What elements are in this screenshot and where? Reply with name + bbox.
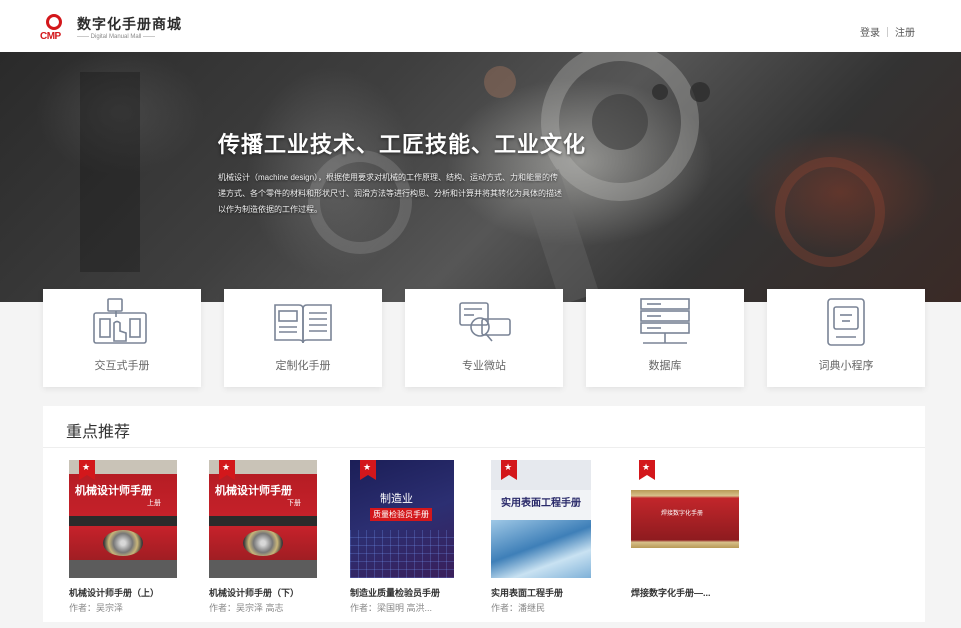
top-header: CMP 数字化手册商城 —— Digital Manual Mall —— 登录… xyxy=(0,0,961,52)
book-cover[interactable]: 实用表面工程手册 xyxy=(491,460,591,578)
book-card[interactable]: 焊接数字化手册 焊接数字化手册—... xyxy=(631,460,751,620)
book-author: 作者：吴宗泽 高志 xyxy=(209,603,284,613)
feature-card-custom-manual[interactable]: 定制化手册 xyxy=(224,289,382,387)
nav-divider xyxy=(887,26,888,37)
hero-banner: 传播工业技术、工匠技能、工业文化 机械设计（machine design），根据… xyxy=(0,52,961,302)
book-card[interactable]: 机械设计师手册 上册 机械设计师手册（上） 作者：吴宗泽 xyxy=(69,460,189,620)
book-card[interactable]: 制造业 质量检验员手册 制造业质量检验员手册 作者：梁国明 高洪... xyxy=(350,460,470,620)
book-author: 作者：潘继民 xyxy=(491,603,546,613)
site-logo[interactable]: CMP 数字化手册商城 —— Digital Manual Mall —— xyxy=(40,12,200,46)
book-cover[interactable]: 制造业 质量检验员手册 xyxy=(350,460,454,578)
feature-card-dictionary[interactable]: 词典小程序 xyxy=(767,289,925,387)
book-name[interactable]: 实用表面工程手册 xyxy=(491,586,621,599)
book-author: 作者：吴宗泽 xyxy=(69,603,124,613)
site-subtitle: —— Digital Manual Mall —— xyxy=(77,34,156,40)
cover-title: 机械设计师手册 xyxy=(215,485,292,497)
gear-emblem-icon xyxy=(243,530,283,556)
dictionary-icon xyxy=(827,298,865,346)
section-title: 重点推荐 xyxy=(66,424,131,441)
recommend-section: 重点推荐 机械设计师手册 上册 机械设计师手册（上） 作者：吴宗泽 机械设计师手… xyxy=(43,406,925,622)
cover-subtitle: 质量检验员手册 xyxy=(370,508,432,521)
hero-title: 传播工业技术、工匠技能、工业文化 xyxy=(218,132,587,157)
feature-cards: 交互式手册 定制化手册 专业微站 数据库 词典小程序 xyxy=(43,289,925,387)
hero-description: 机械设计（machine design），根据使用要求对机械的工作原理、结构、运… xyxy=(218,173,562,214)
database-server-icon xyxy=(640,298,690,344)
book-name[interactable]: 机械设计师手册（上） xyxy=(69,586,199,599)
logo-mark-text: CMP xyxy=(40,31,61,42)
book-name[interactable]: 制造业质量检验员手册 xyxy=(350,586,480,599)
book-card[interactable]: 实用表面工程手册 实用表面工程手册 作者：潘继民 xyxy=(491,460,611,620)
login-link[interactable]: 登录 xyxy=(860,24,880,39)
auth-links: 登录 注册 xyxy=(860,24,915,39)
feature-label: 专业微站 xyxy=(462,360,506,372)
section-divider xyxy=(43,447,925,448)
feature-label: 数据库 xyxy=(648,360,682,372)
cmp-logo-icon: CMP xyxy=(40,14,68,44)
book-author: 作者：梁国明 高洪... xyxy=(350,603,433,613)
cover-volume: 上册 xyxy=(147,500,161,507)
cover-title: 机械设计师手册 xyxy=(75,485,152,497)
book-name[interactable]: 焊接数字化手册—... xyxy=(631,586,761,599)
cover-title: 制造业 xyxy=(380,493,413,505)
feature-card-micro-site[interactable]: 专业微站 xyxy=(405,289,563,387)
book-name[interactable]: 机械设计师手册（下） xyxy=(209,586,339,599)
site-title: 数字化手册商城 xyxy=(77,16,182,32)
interactive-manual-icon xyxy=(93,298,147,344)
feature-card-database[interactable]: 数据库 xyxy=(586,289,744,387)
book-cover[interactable]: 机械设计师手册 下册 xyxy=(209,460,317,578)
book-cover[interactable]: 机械设计师手册 上册 xyxy=(69,460,177,578)
register-link[interactable]: 注册 xyxy=(895,24,915,39)
feature-card-interactive-manual[interactable]: 交互式手册 xyxy=(43,289,201,387)
feature-label: 交互式手册 xyxy=(94,360,150,372)
gear-emblem-icon xyxy=(103,530,143,556)
cover-volume: 下册 xyxy=(287,500,301,507)
feature-label: 词典小程序 xyxy=(818,360,874,372)
feature-label: 定制化手册 xyxy=(275,360,331,372)
book-card[interactable]: 机械设计师手册 下册 机械设计师手册（下） 作者：吴宗泽 高志 xyxy=(209,460,329,620)
book-cover[interactable]: 焊接数字化手册 xyxy=(631,460,739,578)
micro-site-icon xyxy=(459,302,511,342)
cover-title: 焊接数字化手册 xyxy=(661,511,704,517)
open-book-icon xyxy=(274,304,332,344)
cover-title: 实用表面工程手册 xyxy=(501,498,581,509)
